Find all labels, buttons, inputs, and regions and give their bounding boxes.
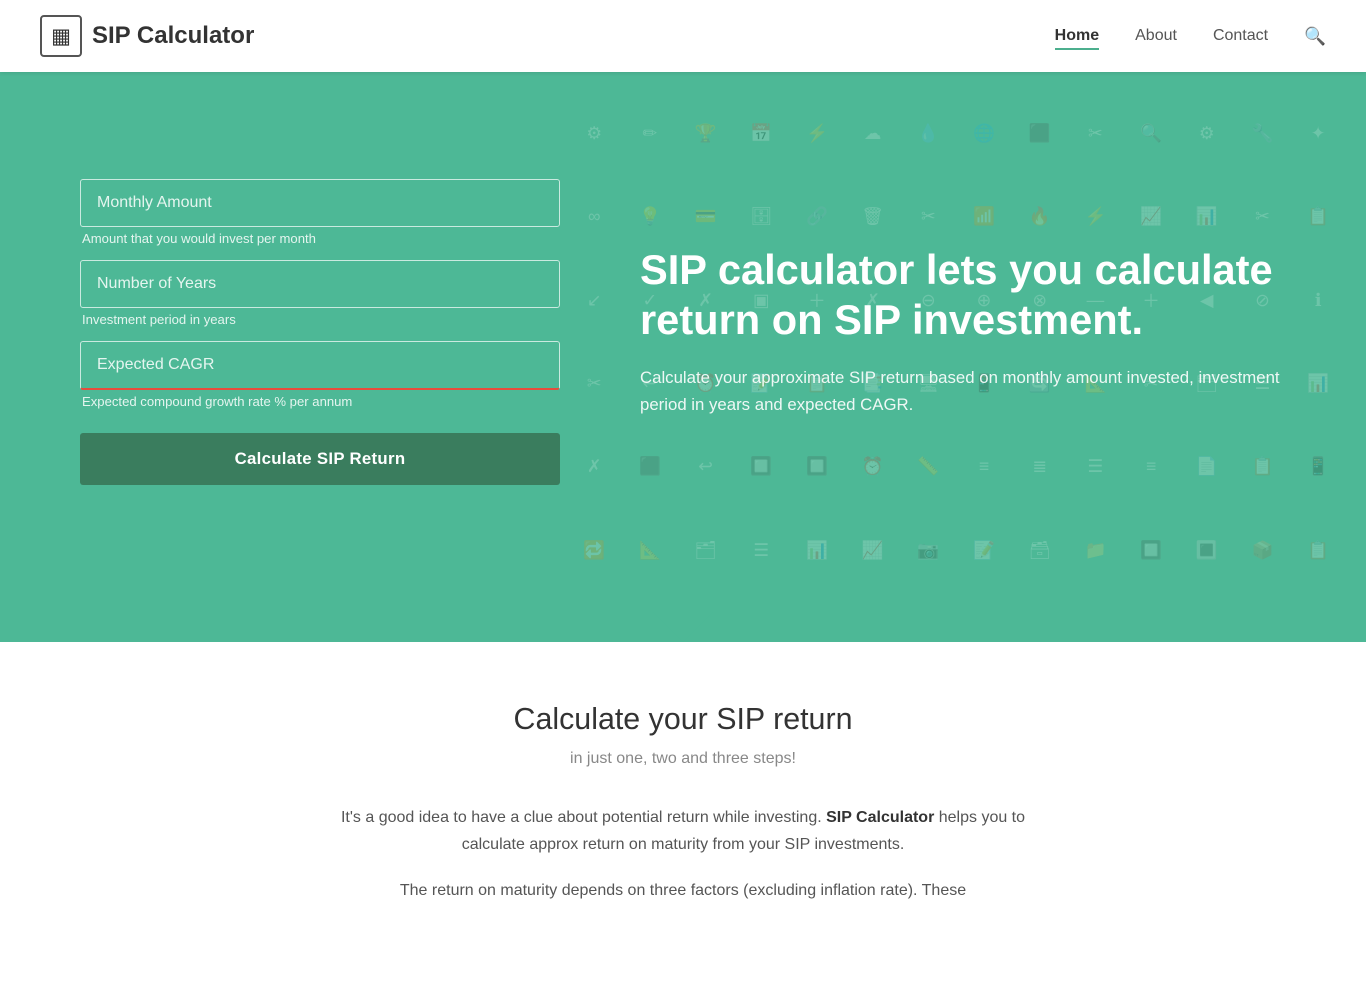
content-heading: Calculate your SIP return bbox=[80, 702, 1286, 737]
monthly-amount-input[interactable] bbox=[80, 179, 560, 227]
content-subtitle: in just one, two and three steps! bbox=[333, 745, 1033, 772]
search-button[interactable]: 🔍 bbox=[1304, 26, 1326, 47]
brand-link[interactable]: ▦ SIP Calculator bbox=[40, 15, 254, 57]
logo-icon: ▦ bbox=[40, 15, 82, 57]
nav-link-contact[interactable]: Contact bbox=[1213, 27, 1268, 44]
arrow-down-indicator bbox=[653, 612, 713, 642]
content-para2: The return on maturity depends on three … bbox=[333, 877, 1033, 904]
monthly-amount-group: Amount that you would invest per month bbox=[80, 179, 560, 246]
years-hint: Investment period in years bbox=[80, 312, 560, 327]
nav-item-home[interactable]: Home bbox=[1055, 27, 1099, 45]
hero-text-panel: SIP calculator lets you calculate return… bbox=[560, 245, 1286, 419]
cagr-input[interactable] bbox=[80, 341, 560, 390]
hero-section: ⚙✏🏆📅⚡☁💧🌐⬛✂🔍⚙🔧✦ ∞💡💳🗄🔗🗑✂📶🔥⚡📈📊✂📋 ↙✓✗▣＋✗⊖⊕⊗—… bbox=[0, 72, 1366, 612]
cagr-hint: Expected compound growth rate % per annu… bbox=[80, 394, 560, 409]
hero-description: Calculate your approximate SIP return ba… bbox=[640, 365, 1286, 419]
nav-link-about[interactable]: About bbox=[1135, 27, 1177, 44]
hero-form-panel: Amount that you would invest per month I… bbox=[80, 179, 560, 485]
nav-link-home[interactable]: Home bbox=[1055, 27, 1099, 50]
brand-title: SIP Calculator bbox=[92, 22, 254, 50]
calculate-button[interactable]: Calculate SIP Return bbox=[80, 433, 560, 485]
cagr-group: Expected compound growth rate % per annu… bbox=[80, 341, 560, 409]
nav-menu: Home About Contact 🔍 bbox=[1055, 26, 1326, 47]
nav-item-contact[interactable]: Contact bbox=[1213, 27, 1268, 45]
content-section: Calculate your SIP return in just one, t… bbox=[0, 642, 1366, 982]
years-input[interactable] bbox=[80, 260, 560, 308]
content-para1-prefix: It's a good idea to have a clue about po… bbox=[341, 809, 826, 826]
content-para1: It's a good idea to have a clue about po… bbox=[333, 804, 1033, 858]
years-group: Investment period in years bbox=[80, 260, 560, 327]
hero-heading: SIP calculator lets you calculate return… bbox=[640, 245, 1286, 345]
content-para1-bold: SIP Calculator bbox=[826, 809, 934, 826]
nav-item-about[interactable]: About bbox=[1135, 27, 1177, 45]
monthly-amount-hint: Amount that you would invest per month bbox=[80, 231, 560, 246]
navbar: ▦ SIP Calculator Home About Contact 🔍 bbox=[0, 0, 1366, 72]
